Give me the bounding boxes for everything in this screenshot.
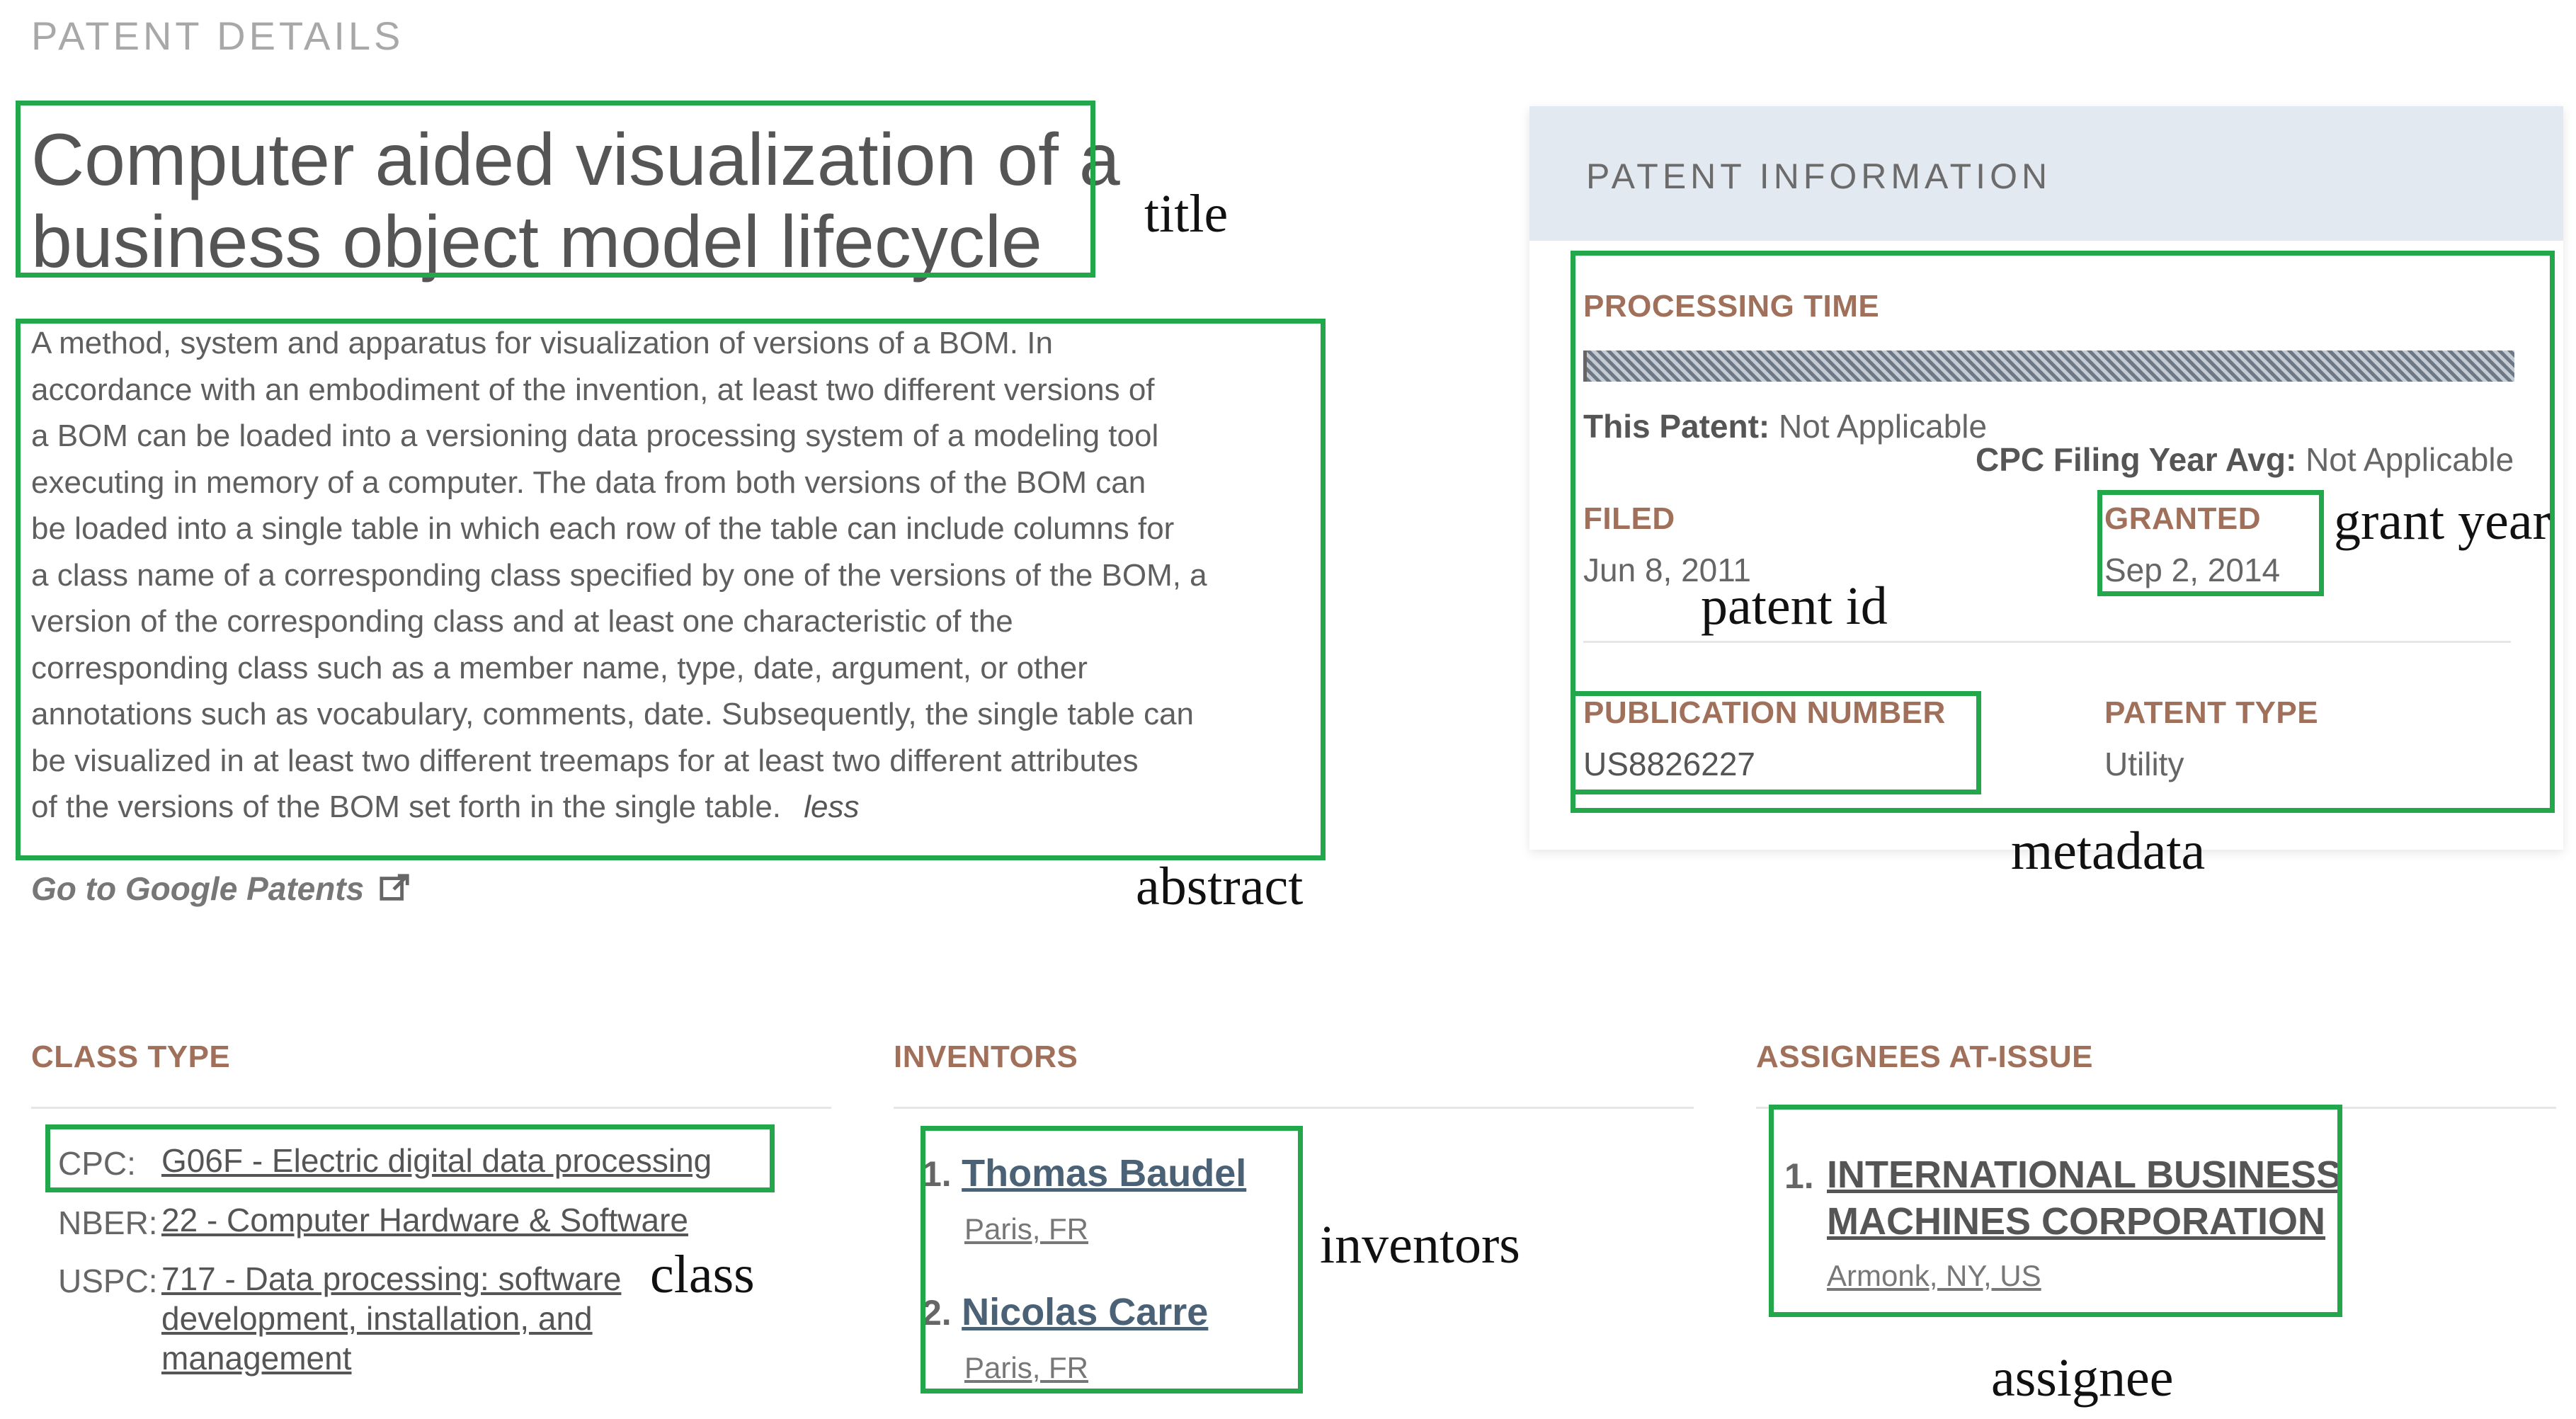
assignee-annotation-box: [1769, 1105, 2342, 1317]
section-title: PATENT DETAILS: [31, 13, 404, 58]
class-type-header: CLASS TYPE: [31, 1039, 231, 1074]
abstract-annotation-box: [16, 319, 1326, 860]
patent-id-annotation-box: [1571, 691, 1981, 794]
assignee-annotation-label: assignee: [1991, 1348, 2174, 1408]
uspc-link[interactable]: 717 - Data processing: software developm…: [161, 1259, 621, 1378]
uspc-line: 717 - Data processing: software: [161, 1260, 622, 1297]
grant-year-annotation-box: [2097, 490, 2324, 596]
patent-info-title: PATENT INFORMATION: [1586, 156, 2052, 196]
grant-year-annotation-label: grant year: [2334, 491, 2551, 551]
external-link-icon: [380, 874, 409, 901]
inventors-divider: [894, 1107, 1694, 1109]
class-annotation-box: [45, 1124, 775, 1192]
class-annotation-label: class: [650, 1245, 755, 1304]
class-type-divider: [31, 1107, 831, 1109]
inventors-header: INVENTORS: [894, 1039, 1078, 1074]
title-annotation-label: title: [1144, 184, 1229, 244]
inventors-annotation-box: [921, 1126, 1303, 1394]
title-annotation-box: [16, 101, 1095, 278]
abstract-annotation-label: abstract: [1136, 857, 1304, 916]
nber-link[interactable]: 22 - Computer Hardware & Software: [161, 1201, 688, 1239]
inventors-annotation-label: inventors: [1320, 1215, 1520, 1275]
google-patents-link[interactable]: Go to Google Patents: [31, 870, 411, 908]
metadata-annotation-label: metadata: [2011, 821, 2206, 881]
nber-label: NBER:: [58, 1204, 158, 1241]
uspc-label: USPC:: [58, 1263, 158, 1299]
uspc-line: development, installation, and: [161, 1300, 593, 1337]
assignees-header: ASSIGNEES AT-ISSUE: [1756, 1039, 2093, 1074]
patent-id-annotation-label: patent id: [1701, 576, 1888, 636]
uspc-line: management: [161, 1340, 352, 1377]
google-patents-label: Go to Google Patents: [31, 870, 365, 907]
nber-link-text: 22 - Computer Hardware & Software: [161, 1202, 688, 1238]
